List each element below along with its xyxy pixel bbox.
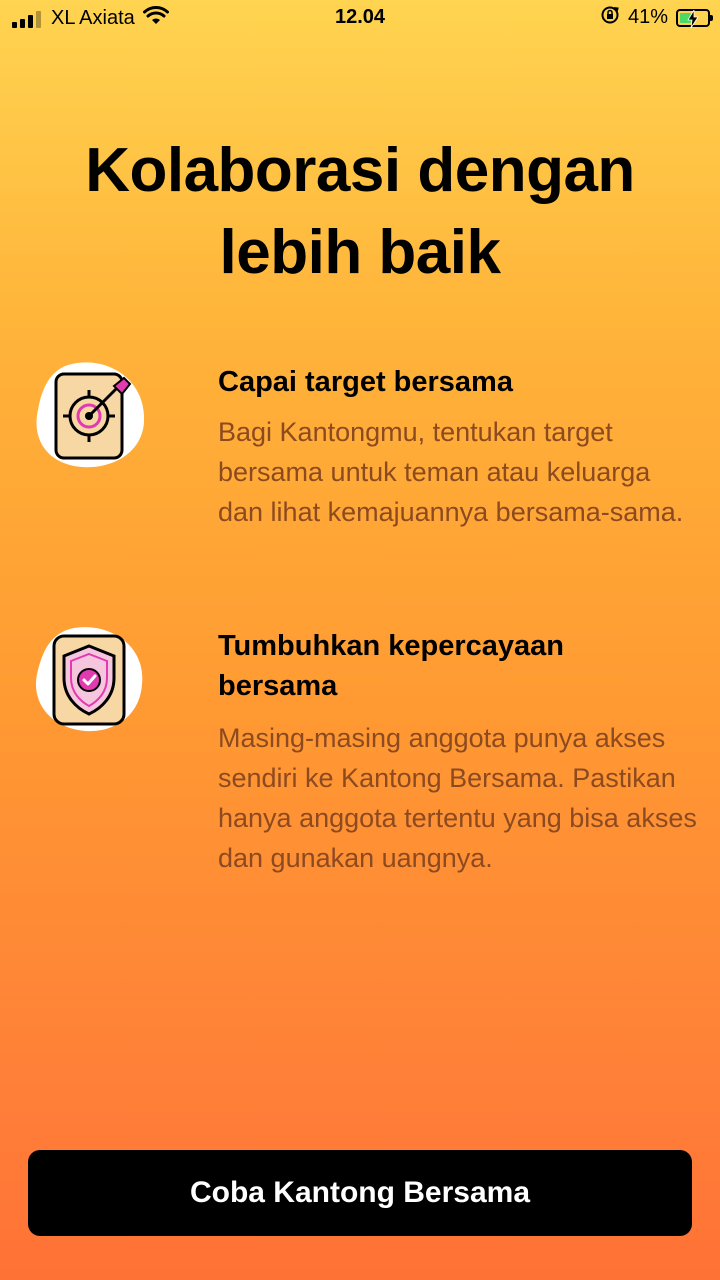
try-kantong-bersama-button[interactable]: Coba Kantong Bersama: [28, 1150, 692, 1236]
feature-description: Bagi Kantongmu, tentukan target bersama …: [218, 417, 684, 527]
shield-check-icon: [34, 624, 144, 734]
battery-charging-icon: [676, 8, 713, 28]
feature-title: Tumbuhkan kepercayaan bersama: [218, 630, 564, 702]
feature-item-trust: Tumbuhkan kepercayaan bersama Masing-mas…: [0, 624, 720, 924]
feature-title: Capai target bersama: [218, 366, 513, 398]
battery-percent: 41%: [627, 6, 668, 28]
rotation-lock-icon: [600, 5, 620, 30]
feature-item-target: Capai target bersama Bagi Kantongmu, ten…: [0, 360, 720, 570]
page-title: Kolaborasi dengan lebih baik: [85, 136, 635, 287]
status-bar: XL Axiata 12.04 41%: [0, 0, 720, 38]
target-icon: [34, 360, 145, 470]
feature-description: Masing-masing anggota punya akses sendir…: [218, 723, 697, 873]
status-bar-right: 41%: [600, 5, 713, 30]
